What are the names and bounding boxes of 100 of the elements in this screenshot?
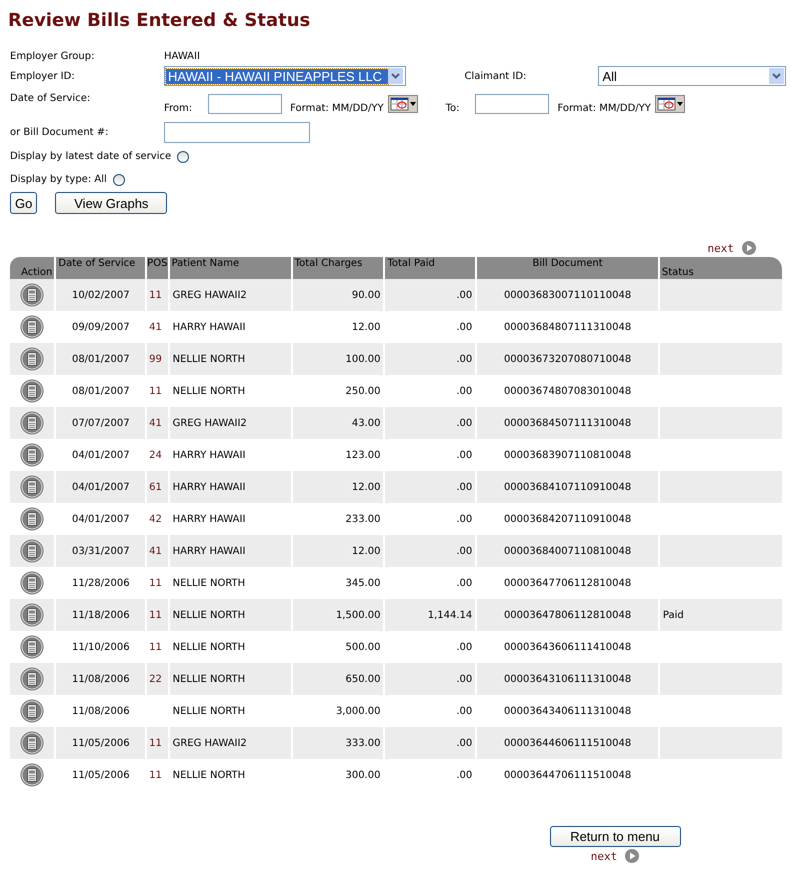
table-cell-text: 11/28/2006 xyxy=(70,576,131,590)
document-icon[interactable] xyxy=(20,635,44,659)
table-cell: .00 xyxy=(385,343,476,375)
column-header: Action xyxy=(10,257,54,279)
table-cell-text: .00 xyxy=(455,320,474,334)
table-cell-text: 42 xyxy=(148,512,163,526)
table-cell-text: 08/01/2007 xyxy=(70,384,131,398)
document-icon[interactable] xyxy=(20,315,44,339)
document-icon[interactable] xyxy=(20,539,44,563)
calendar-button[interactable] xyxy=(654,95,685,113)
document-icon[interactable] xyxy=(20,475,44,499)
table-cell: 10/02/2007 xyxy=(56,279,146,311)
calendar-button[interactable] xyxy=(388,95,418,113)
to-date-field[interactable] xyxy=(475,94,550,114)
table-cell: 99 xyxy=(147,343,168,375)
return-button[interactable]: Return to menu xyxy=(550,826,680,847)
document-icon[interactable] xyxy=(20,443,44,467)
radio-button[interactable] xyxy=(112,174,125,186)
table-cell: NELLIE NORTH xyxy=(170,599,291,631)
radio-button[interactable] xyxy=(177,150,190,162)
document-icon[interactable] xyxy=(20,763,44,787)
next-link[interactable]: next xyxy=(590,849,640,863)
column-header: Patient Name xyxy=(170,257,291,279)
table-cell-text: NELLIE NORTH xyxy=(172,768,246,782)
from-date-field[interactable] xyxy=(208,94,282,114)
field-label: To: xyxy=(446,102,460,114)
bill-document-field[interactable] xyxy=(164,122,310,142)
table-cell: .00 xyxy=(385,727,476,759)
table-cell: 07/07/2007 xyxy=(56,407,146,439)
column-header: POS xyxy=(147,257,168,279)
table-cell: 1,500.00 xyxy=(292,599,384,631)
document-icon[interactable] xyxy=(20,571,44,595)
field-label: Claimant ID: xyxy=(464,70,528,82)
table-cell-text: 00003643406111310048 xyxy=(502,704,632,718)
table-cell: 11 xyxy=(147,279,168,311)
table-cell-text: 11/10/2006 xyxy=(70,640,131,654)
table-cell: 41 xyxy=(147,535,168,567)
column-header: Bill Document xyxy=(477,257,658,279)
table-cell: 11/18/2006 xyxy=(56,599,146,631)
table-cell: 08/01/2007 xyxy=(56,343,146,375)
view-graphs-button[interactable]: View Graphs xyxy=(55,192,168,214)
document-icon[interactable] xyxy=(20,347,44,371)
employer-select[interactable]: HAWAII - HAWAII PINEAPPLES LLC xyxy=(164,66,406,86)
table-cell-text: 250.00 xyxy=(344,384,382,398)
table-cell-text: NELLIE NORTH xyxy=(172,640,246,654)
table-cell: 00003684507111310048 xyxy=(477,407,658,439)
table-cell-text: 3,000.00 xyxy=(334,704,382,718)
table-cell-text: 11/05/2006 xyxy=(70,768,131,782)
table-cell: 43.00 xyxy=(292,407,384,439)
column-header: Total Paid xyxy=(385,257,476,279)
table-cell-text: NELLIE NORTH xyxy=(172,384,246,398)
chevron-down-icon[interactable] xyxy=(769,68,784,84)
table-cell: .00 xyxy=(385,471,476,503)
table-cell-text: 11 xyxy=(148,768,163,782)
document-icon[interactable] xyxy=(20,507,44,531)
chevron-down-icon[interactable] xyxy=(388,68,404,84)
table-cell-text: .00 xyxy=(455,768,474,782)
next-link[interactable]: next xyxy=(708,241,756,255)
column-header: Status xyxy=(660,257,782,279)
table-cell: 11/08/2006 xyxy=(56,663,146,695)
go-button[interactable]: Go xyxy=(10,192,38,214)
column-header: Total Charges xyxy=(292,257,384,279)
document-icon[interactable] xyxy=(20,283,44,307)
table-cell-text: 00003643606111410048 xyxy=(502,640,632,654)
table-cell: 90.00 xyxy=(292,279,384,311)
table-cell: GREG HAWAII2 xyxy=(170,407,291,439)
document-icon[interactable] xyxy=(20,699,44,723)
table-cell-text: 11 xyxy=(148,384,163,398)
document-icon[interactable] xyxy=(20,379,44,403)
page-title: Review Bills Entered & Status xyxy=(8,10,312,31)
document-icon[interactable] xyxy=(20,731,44,755)
table-cell-text: 11/08/2006 xyxy=(70,704,131,718)
table-cell-text: 04/01/2007 xyxy=(70,512,131,526)
table-cell-text: 41 xyxy=(148,320,163,334)
table-cell-text: 500.00 xyxy=(344,640,382,654)
format-hint: Format: MM/DD/YY xyxy=(290,102,384,114)
document-icon[interactable] xyxy=(20,603,44,627)
table-cell: 11 xyxy=(147,599,168,631)
table-cell-text: .00 xyxy=(455,704,474,718)
table-cell: .00 xyxy=(385,279,476,311)
table-cell: GREG HAWAII2 xyxy=(170,727,291,759)
table-cell-text: 00003644706111510048 xyxy=(502,768,632,782)
table-cell-text: 11 xyxy=(148,576,163,590)
table-cell: Paid xyxy=(660,599,782,631)
table-cell-text: .00 xyxy=(455,576,474,590)
claimant-select[interactable]: All xyxy=(598,66,786,86)
table-cell-text: HARRY HAWAII xyxy=(172,512,246,526)
document-icon[interactable] xyxy=(20,411,44,435)
document-icon[interactable] xyxy=(20,667,44,691)
table-cell: 61 xyxy=(147,471,168,503)
table-cell: 00003673207080710048 xyxy=(477,343,658,375)
field-label: Date of Service: xyxy=(10,92,92,104)
table-cell: .00 xyxy=(385,407,476,439)
column-header: Date of Service xyxy=(56,257,146,279)
table-cell-text: 11 xyxy=(148,640,163,654)
field-label: or Bill Document #: xyxy=(10,126,110,138)
table-cell: 00003684007110810048 xyxy=(477,535,658,567)
table-cell-text: NELLIE NORTH xyxy=(172,576,246,590)
table-cell: 22 xyxy=(147,663,168,695)
table-cell: 00003644606111510048 xyxy=(477,727,658,759)
